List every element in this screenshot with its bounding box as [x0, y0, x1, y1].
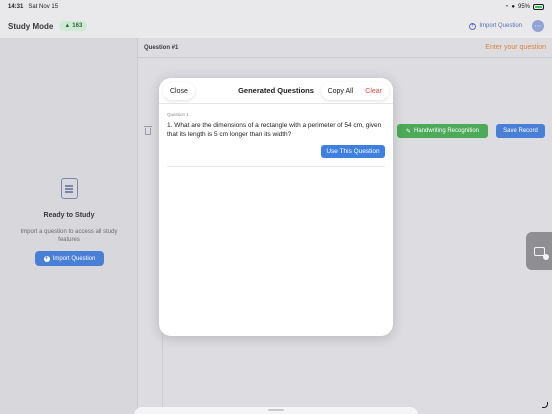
status-bar: 14:31 Sat Nov 15 ◔ ● 95% — [0, 0, 552, 14]
enter-question-field[interactable]: Enter your question — [485, 44, 546, 51]
question-item-label: Question 1 — [167, 112, 189, 117]
battery-percent: 95% — [517, 4, 530, 10]
bottom-sheet[interactable] — [134, 407, 418, 414]
question-number: Question #1 — [144, 44, 179, 51]
save-record-button[interactable]: Save Record — [496, 124, 545, 138]
generated-questions-modal: Close Generated Questions Copy All Clear… — [159, 78, 393, 336]
person-icon: ● — [511, 4, 515, 10]
status-time: 14:31 — [8, 4, 24, 10]
plus-circle-icon: + — [43, 255, 50, 262]
question-header: Question #1 Enter your question — [138, 38, 552, 58]
import-question-button[interactable]: + Import Question — [35, 251, 104, 266]
points-count: 163 — [72, 23, 83, 29]
status-right: ◔ ● 95% — [505, 4, 544, 10]
question-item-text: 1. What are the dimensions of a rectangl… — [167, 122, 382, 138]
top-actions: + Import Question ⋯ — [469, 20, 544, 32]
ready-subtitle: Import a question to access all study fe… — [20, 229, 118, 244]
flame-icon: ▲ — [64, 23, 71, 29]
menu-button[interactable]: ⋯ — [532, 20, 544, 32]
modal-header: Close Generated Questions Copy All Clear — [159, 78, 393, 104]
wifi-icon: ◔ — [504, 4, 509, 10]
left-panel: Ready to Study Import a question to acce… — [0, 38, 138, 414]
sheet-handle[interactable] — [268, 409, 284, 411]
use-this-question-button[interactable]: Use This Question — [321, 145, 385, 158]
ready-title: Ready to Study — [43, 212, 95, 219]
close-button[interactable]: Close — [163, 82, 195, 100]
pen-icon: ✎ — [405, 128, 411, 135]
handwriting-recognition-button[interactable]: ✎ Handwriting Recognition — [397, 124, 488, 138]
top-bar: Study Mode ▲ 163 + Import Question ⋯ — [0, 14, 552, 38]
import-question-label: Import Question — [479, 23, 522, 29]
battery-icon — [533, 4, 544, 10]
modal-divider — [167, 166, 385, 167]
document-icon — [61, 178, 78, 199]
trash-icon[interactable] — [144, 126, 152, 135]
app-title: Study Mode — [8, 21, 54, 31]
status-left: 14:31 Sat Nov 15 — [8, 4, 58, 10]
import-question-button-label: Import Question — [52, 255, 96, 262]
handwriting-widget-icon — [533, 246, 549, 260]
modal-header-actions: Copy All Clear — [320, 82, 389, 100]
plus-circle-icon: + — [469, 22, 477, 30]
handwriting-widget[interactable] — [526, 232, 552, 270]
points-badge: ▲ 163 — [59, 21, 88, 31]
clear-button[interactable]: Clear — [365, 88, 382, 95]
copy-all-button[interactable]: Copy All — [328, 88, 354, 95]
handwriting-button-label: Handwriting Recognition — [413, 128, 480, 134]
ellipsis-icon: ⋯ — [534, 23, 542, 30]
status-date: Sat Nov 15 — [28, 4, 59, 10]
import-question-link[interactable]: + Import Question — [469, 22, 522, 30]
